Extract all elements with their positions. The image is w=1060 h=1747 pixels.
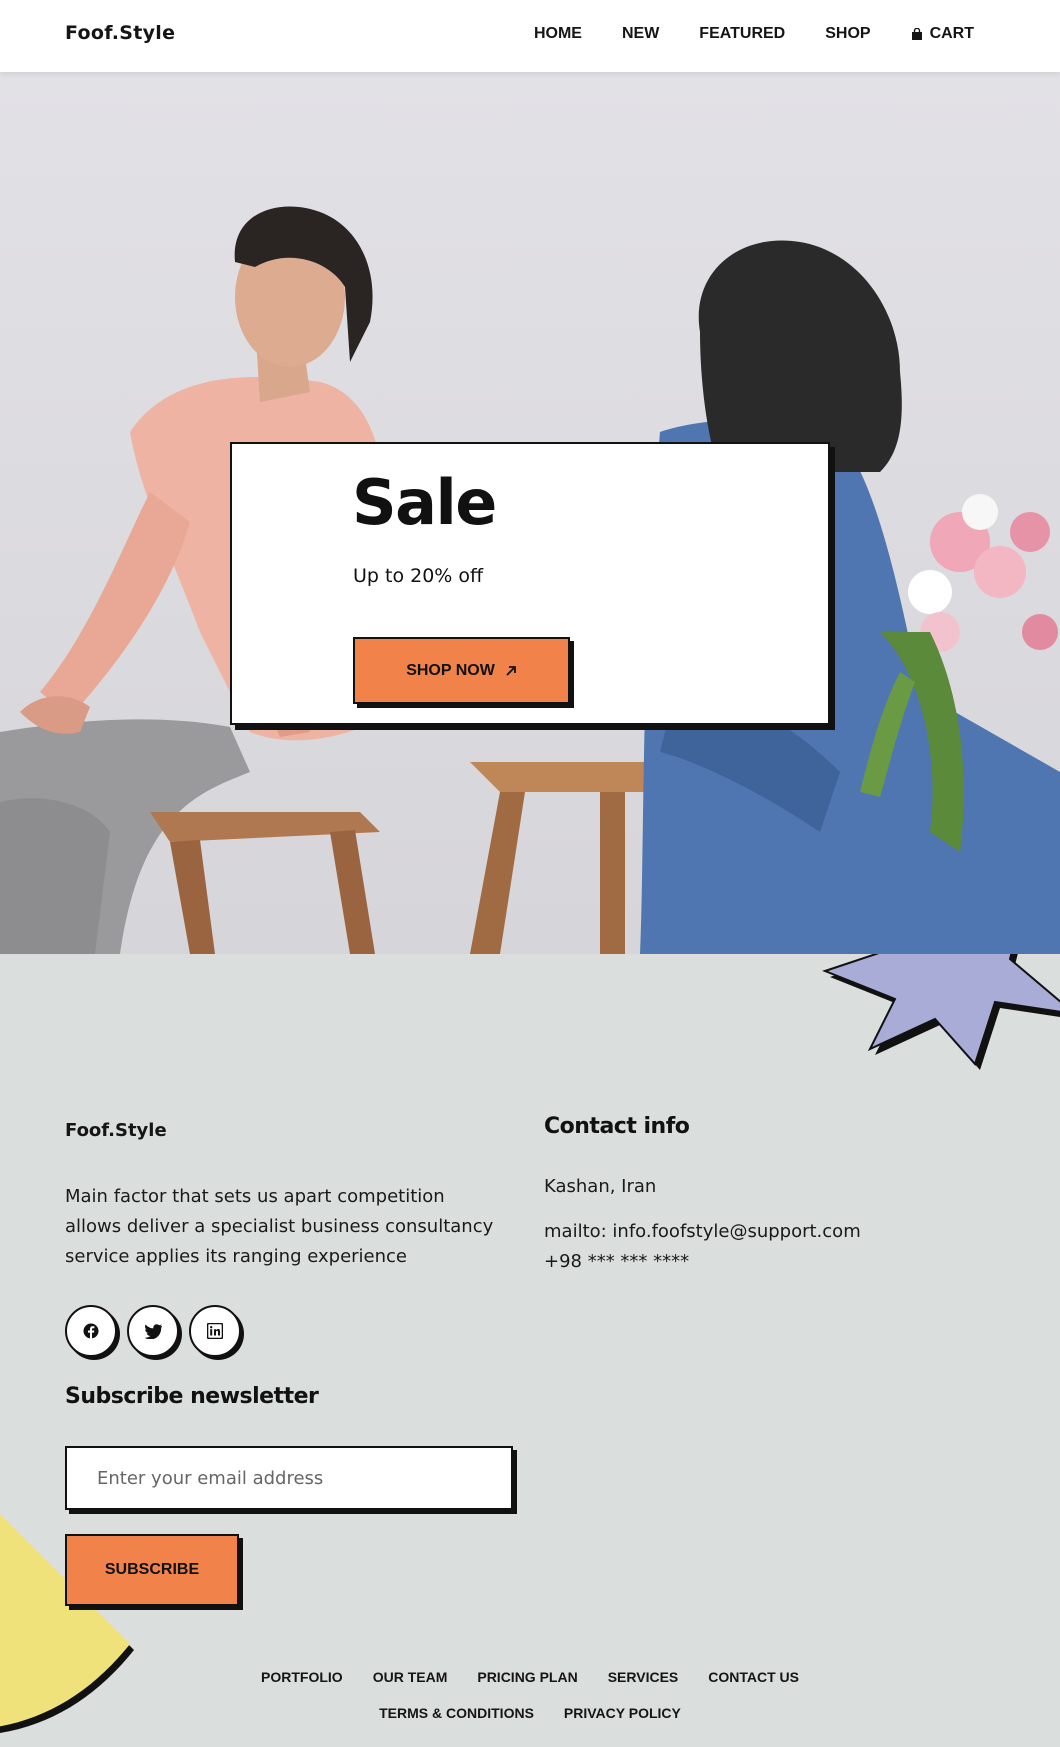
sale-card: Sale Up to 20% off SHOP NOW bbox=[230, 442, 830, 725]
facebook-link[interactable] bbox=[65, 1305, 117, 1357]
footer-links-primary: PORTFOLIO OUR TEAM PRICING PLAN SERVICES… bbox=[0, 1669, 1060, 1685]
footer-link-contact-us[interactable]: CONTACT US bbox=[708, 1669, 799, 1685]
shop-now-button[interactable]: SHOP NOW bbox=[353, 637, 570, 704]
footer-brand[interactable]: Foof.Style bbox=[65, 1120, 167, 1141]
footer-description: Main factor that sets us apart competiti… bbox=[65, 1186, 494, 1267]
nav-cart[interactable]: CART bbox=[911, 25, 974, 43]
nav-cart-label: CART bbox=[929, 25, 974, 42]
nav-home[interactable]: HOME bbox=[534, 25, 582, 43]
footer: Foof.Style Main factor that sets us apar… bbox=[0, 954, 1060, 1747]
footer-link-privacy[interactable]: PRIVACY POLICY bbox=[564, 1705, 681, 1721]
twitter-link[interactable] bbox=[127, 1305, 179, 1357]
facebook-icon bbox=[83, 1323, 99, 1339]
hero-section: Sale Up to 20% off SHOP NOW bbox=[0, 72, 1060, 954]
twitter-icon bbox=[144, 1323, 162, 1339]
footer-link-services[interactable]: SERVICES bbox=[608, 1669, 679, 1685]
contact-title: Contact info bbox=[544, 1114, 690, 1139]
linkedin-icon bbox=[207, 1323, 223, 1339]
footer-links-legal: TERMS & CONDITIONS PRIVACY POLICY bbox=[0, 1705, 1060, 1721]
contact-email[interactable]: mailto: info.foofstyle@support.com bbox=[544, 1221, 861, 1242]
subscribe-button[interactable]: SUBSCRIBE bbox=[65, 1534, 239, 1606]
sale-subtitle: Up to 20% off bbox=[353, 565, 484, 587]
contact-phone: +98 *** *** **** bbox=[544, 1251, 690, 1272]
linkedin-link[interactable] bbox=[189, 1305, 241, 1357]
nav-shop[interactable]: SHOP bbox=[825, 25, 870, 43]
contact-location: Kashan, Iran bbox=[544, 1176, 657, 1197]
navbar: Foof.Style HOME NEW FEATURED SHOP CART bbox=[0, 0, 1060, 72]
main-nav: HOME NEW FEATURED SHOP CART bbox=[494, 25, 974, 43]
shopping-bag-icon bbox=[911, 27, 923, 40]
shop-now-label: SHOP NOW bbox=[406, 661, 495, 679]
nav-new[interactable]: NEW bbox=[622, 25, 659, 43]
footer-link-pricing-plan[interactable]: PRICING PLAN bbox=[477, 1669, 577, 1685]
footer-link-portfolio[interactable]: PORTFOLIO bbox=[261, 1669, 343, 1685]
brand-logo[interactable]: Foof.Style bbox=[65, 22, 175, 44]
sale-title: Sale bbox=[352, 466, 497, 539]
nav-featured[interactable]: FEATURED bbox=[699, 25, 785, 43]
footer-link-terms[interactable]: TERMS & CONDITIONS bbox=[379, 1705, 534, 1721]
newsletter-title: Subscribe newsletter bbox=[65, 1384, 319, 1409]
social-links bbox=[65, 1305, 251, 1357]
newsletter-email-input[interactable] bbox=[65, 1446, 513, 1510]
footer-link-our-team[interactable]: OUR TEAM bbox=[373, 1669, 448, 1685]
star-decoration bbox=[822, 954, 1060, 1070]
arrow-up-right-icon bbox=[505, 665, 517, 677]
